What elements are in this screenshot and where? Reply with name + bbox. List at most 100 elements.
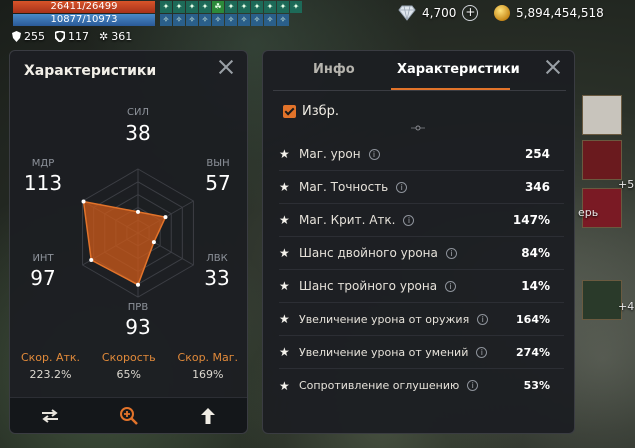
stat-row[interactable]: ★ Маг. урон i 254 bbox=[279, 138, 564, 171]
buff-icon[interactable]: ✧ bbox=[277, 14, 289, 26]
tab-info[interactable]: Инфо bbox=[313, 62, 355, 77]
star-icon[interactable]: ★ bbox=[279, 181, 291, 193]
stat-row[interactable]: ★ Сопротивление оглушению i 53% bbox=[279, 369, 564, 402]
power-stat: ✲ 361 bbox=[99, 30, 132, 43]
tab-divider bbox=[273, 90, 566, 91]
buff-icon[interactable]: ✧ bbox=[173, 14, 185, 26]
panel-footer bbox=[10, 397, 247, 433]
star-icon[interactable]: ★ bbox=[279, 280, 291, 292]
buff-icon[interactable]: ✦ bbox=[225, 1, 237, 13]
radar-stat-value: 33 bbox=[204, 266, 230, 290]
buff-icon[interactable]: ✦ bbox=[277, 1, 289, 13]
info-icon[interactable]: i bbox=[445, 280, 457, 292]
gold-coin-icon bbox=[494, 5, 510, 21]
radar-stat-label: ИНТ bbox=[32, 253, 54, 264]
info-icon[interactable]: i bbox=[403, 214, 415, 226]
info-icon[interactable]: i bbox=[467, 380, 479, 391]
close-button[interactable] bbox=[217, 58, 235, 76]
armor-value: 117 bbox=[68, 30, 89, 43]
divider-ornament bbox=[411, 125, 425, 131]
favorites-checkbox[interactable] bbox=[283, 105, 296, 118]
close-button[interactable] bbox=[544, 58, 562, 76]
slot-enhance-level: +4 bbox=[618, 300, 635, 313]
radar-point bbox=[136, 282, 140, 287]
stat-row[interactable]: ★ Шанс двойного урона i 84% bbox=[279, 237, 564, 270]
stat-row[interactable]: ★ Увеличение урона от оружия i 164% bbox=[279, 303, 564, 336]
radar-point bbox=[136, 209, 140, 214]
tab-characteristics[interactable]: Характеристики bbox=[397, 62, 520, 77]
stat-name: Маг. урон bbox=[299, 147, 361, 161]
cast-speed-label: Скор. Маг. bbox=[177, 351, 239, 364]
buff-icon[interactable]: ✧ bbox=[160, 14, 172, 26]
add-diamonds-button[interactable]: + bbox=[462, 5, 479, 21]
move-speed: Скорость 65% bbox=[102, 351, 156, 381]
buff-icon[interactable]: ✧ bbox=[186, 14, 198, 26]
radar-point bbox=[89, 257, 94, 262]
tab-bar: Инфо Характеристики bbox=[263, 51, 576, 87]
buff-icon[interactable]: ✦ bbox=[251, 1, 263, 13]
status-row: 255 117 ✲ 361 bbox=[12, 30, 132, 43]
equipment-slot[interactable] bbox=[582, 280, 622, 320]
star-icon[interactable]: ★ bbox=[279, 380, 291, 392]
info-icon[interactable]: i bbox=[477, 313, 489, 325]
gear-icon: ✲ bbox=[99, 30, 109, 43]
characteristics-panel: Характеристики СИЛ 38 ВЫН 57 ЛВК 33 ПРВ 93 ИНТ 97… bbox=[9, 50, 248, 434]
favorites-toggle[interactable]: Избр. bbox=[283, 104, 339, 119]
buff-icon[interactable]: ✧ bbox=[225, 14, 237, 26]
cast-speed-value: 169% bbox=[192, 368, 224, 381]
buff-icon[interactable]: ✧ bbox=[238, 14, 250, 26]
stat-name: Увеличение урона от умений bbox=[299, 345, 469, 359]
equipment-slot[interactable] bbox=[582, 140, 622, 180]
star-icon[interactable]: ★ bbox=[279, 148, 291, 160]
stat-name: Шанс тройного урона bbox=[299, 279, 438, 293]
star-icon[interactable]: ★ bbox=[279, 214, 291, 226]
info-icon[interactable]: i bbox=[396, 181, 408, 193]
stat-value: 53% bbox=[523, 379, 550, 392]
buff-icon[interactable]: ✧ bbox=[264, 14, 276, 26]
info-icon[interactable]: i bbox=[476, 346, 488, 358]
stat-value: 14% bbox=[521, 279, 550, 293]
upload-button[interactable] bbox=[197, 405, 219, 427]
buff-icon[interactable]: ✦ bbox=[264, 1, 276, 13]
stat-value: 346 bbox=[524, 180, 550, 194]
equipment-slot[interactable] bbox=[582, 95, 622, 135]
info-icon[interactable]: i bbox=[368, 148, 380, 160]
stat-row[interactable]: ★ Увеличение урона от умений i 274% bbox=[279, 336, 564, 369]
stat-row[interactable]: ★ Маг. Точность i 346 bbox=[279, 171, 564, 204]
buff-icon[interactable]: ✦ bbox=[173, 1, 185, 13]
diamond-icon bbox=[398, 5, 416, 21]
buff-icon[interactable]: ✦ bbox=[290, 1, 302, 13]
stat-name: Увеличение урона от оружия bbox=[299, 312, 470, 326]
diamond-count: 4,700 bbox=[422, 6, 457, 20]
stat-name: Сопротивление оглушению bbox=[299, 379, 460, 392]
radar-stat-label: ПРВ bbox=[127, 302, 149, 313]
star-icon[interactable]: ★ bbox=[279, 313, 291, 325]
radar-stat-label: ВЫН bbox=[206, 158, 230, 169]
buff-icon[interactable]: ✧ bbox=[199, 14, 211, 26]
buff-icon[interactable]: ✧ bbox=[212, 14, 224, 26]
swap-button[interactable] bbox=[39, 405, 61, 427]
move-speed-label: Скорость bbox=[101, 351, 156, 364]
buff-icon[interactable]: ✦ bbox=[186, 1, 198, 13]
move-speed-value: 65% bbox=[116, 368, 141, 381]
buff-icon[interactable]: ✧ bbox=[251, 14, 263, 26]
defense-stat: 255 bbox=[12, 30, 45, 43]
shield-icon bbox=[12, 31, 21, 42]
buff-icon[interactable]: ✦ bbox=[199, 1, 211, 13]
zoom-button[interactable] bbox=[118, 405, 140, 427]
info-icon[interactable]: i bbox=[445, 247, 457, 259]
stat-row[interactable]: ★ Маг. Крит. Атк. i 147% bbox=[279, 204, 564, 237]
buff-icon[interactable]: ✦ bbox=[160, 1, 172, 13]
npc-name-fragment: ерь bbox=[578, 206, 599, 219]
radar-stat-value: 113 bbox=[23, 171, 63, 195]
active-tab-indicator bbox=[391, 88, 510, 90]
radar-stat-label: МДР bbox=[31, 158, 55, 169]
star-icon[interactable]: ★ bbox=[279, 247, 291, 259]
stat-value: 147% bbox=[512, 213, 550, 227]
stat-row[interactable]: ★ Шанс тройного урона i 14% bbox=[279, 270, 564, 303]
buff-icon[interactable]: ☘ bbox=[212, 1, 224, 13]
star-icon[interactable]: ★ bbox=[279, 346, 291, 358]
buff-bar-top: ✦ ✦ ✦ ✦ ☘ ✦ ✦ ✦ ✦ ✦ ✦ bbox=[160, 1, 302, 14]
buff-icon[interactable]: ✦ bbox=[238, 1, 250, 13]
radar-stat-value: 93 bbox=[125, 315, 151, 339]
